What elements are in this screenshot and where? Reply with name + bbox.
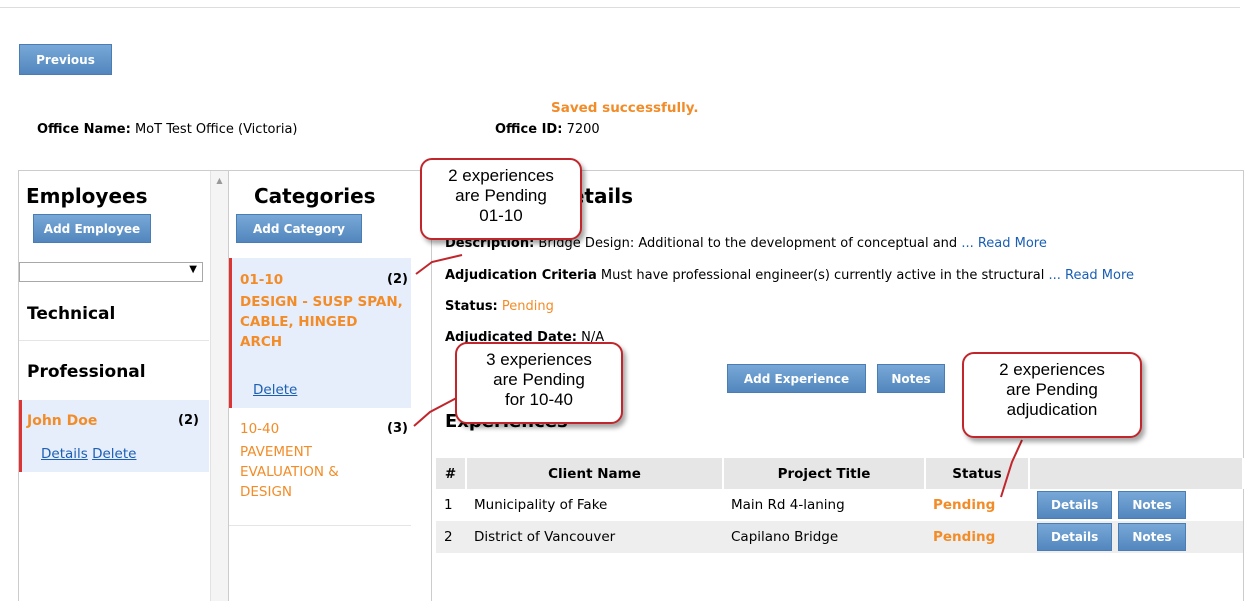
callout-line: adjudication — [1006, 400, 1098, 419]
callout-line: are Pending — [1006, 380, 1098, 399]
callout-2: 3 experiences are Pending for 10-40 — [455, 342, 623, 424]
callout-1: 2 experiences are Pending 01-10 — [420, 158, 582, 240]
callout-pointers — [413, 254, 1023, 498]
callout-line: are Pending — [493, 370, 585, 389]
callout-3: 2 experiences are Pending adjudication — [962, 352, 1142, 438]
callout-line: 01-10 — [479, 206, 523, 225]
callout-line: 2 experiences — [999, 360, 1105, 379]
callout-line: for 10-40 — [504, 390, 574, 409]
callout-line: are Pending — [455, 186, 547, 205]
callout-1-pointer — [415, 254, 463, 275]
callout-3-pointer — [1000, 439, 1023, 498]
callout-line: 3 experiences — [486, 350, 592, 369]
callout-line: 2 experiences — [448, 166, 554, 185]
